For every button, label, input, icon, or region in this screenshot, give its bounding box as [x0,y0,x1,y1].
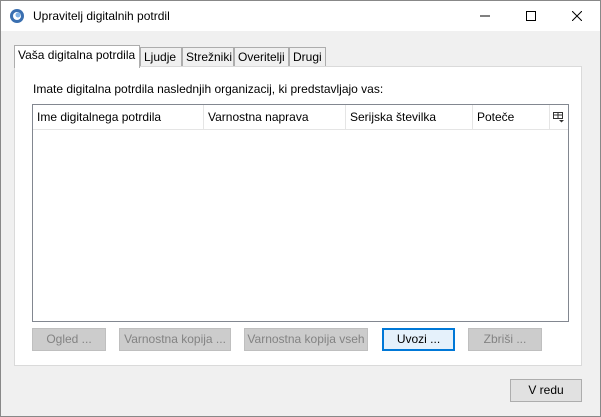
intro-text: Imate digitalna potrdila naslednjih orga… [33,82,384,96]
close-button[interactable] [554,1,600,31]
tab-other[interactable]: Drugi [289,47,326,67]
maximize-icon [526,11,536,21]
backup-button[interactable]: Varnostna kopija ... [119,328,231,351]
column-picker-icon [553,112,564,123]
app-logo-icon [9,8,25,24]
column-header-serial-number[interactable]: Serijska številka [346,105,473,130]
list-header: Ime digitalnega potrdila Varnostna napra… [33,105,568,130]
minimize-button[interactable] [462,1,508,31]
tab-authorities[interactable]: Overitelji [234,47,289,67]
title-bar[interactable]: Upravitelj digitalnih potrdil [1,1,600,31]
ok-button[interactable]: V redu [510,379,582,402]
minimize-icon [480,15,490,17]
column-header-security-device[interactable]: Varnostna naprava [204,105,346,130]
certificate-list[interactable]: Ime digitalnega potrdila Varnostna napra… [32,104,569,322]
tab-your-certificates[interactable]: Vaša digitalna potrdila [14,45,140,68]
column-header-expires[interactable]: Poteče [473,105,550,130]
tab-people[interactable]: Ljudje [140,47,182,67]
import-button[interactable]: Uvozi ... [382,328,455,351]
tab-servers[interactable]: Strežniki [182,47,234,67]
certificate-manager-window: Upravitelj digitalnih potrdil Vaša digit… [0,0,601,417]
close-icon [572,11,582,21]
view-button[interactable]: Ogled ... [32,328,106,351]
column-picker-button[interactable] [550,105,568,130]
backup-all-button[interactable]: Varnostna kopija vseh [244,328,368,351]
delete-button[interactable]: Zbriši ... [468,328,542,351]
window-title: Upravitelj digitalnih potrdil [33,9,170,23]
column-header-name[interactable]: Ime digitalnega potrdila [33,105,204,130]
maximize-button[interactable] [508,1,554,31]
tab-panel: Imate digitalna potrdila naslednjih orga… [14,66,582,366]
